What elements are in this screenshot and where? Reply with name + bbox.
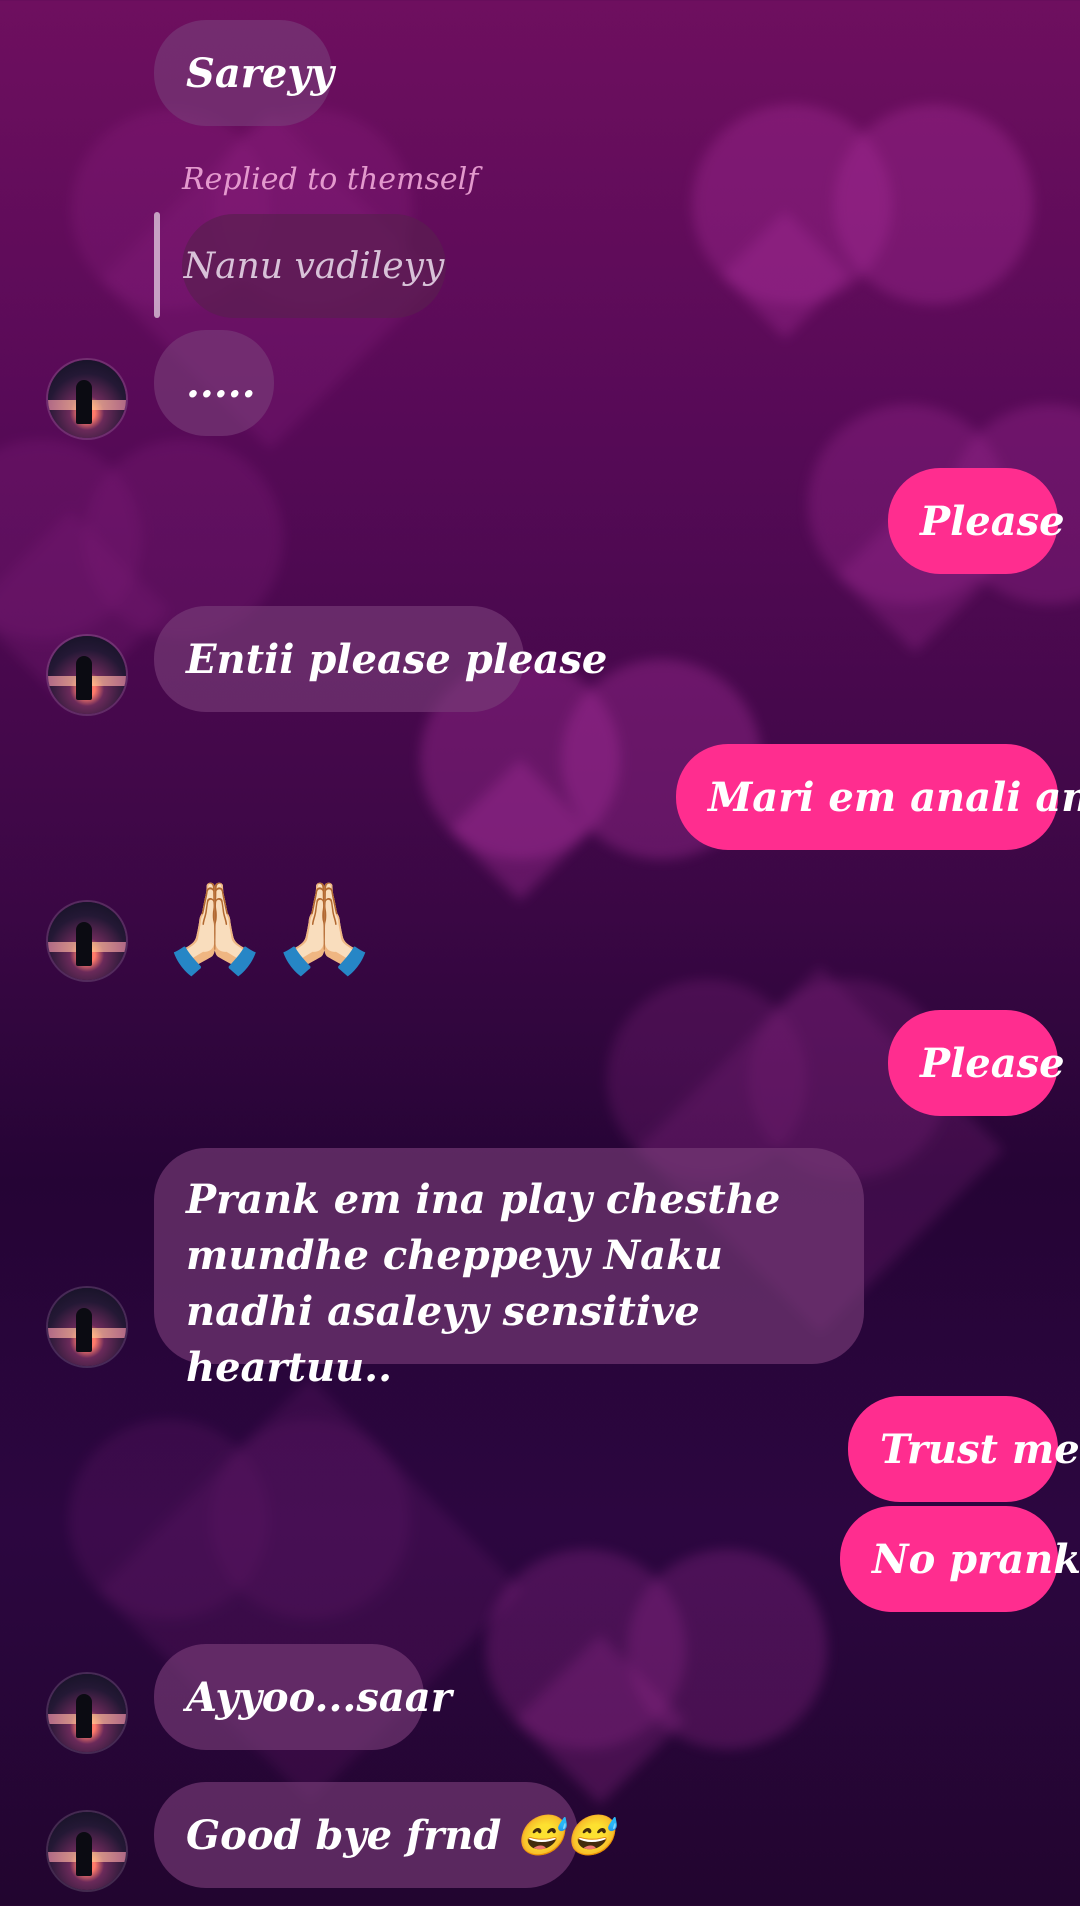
message-bubble[interactable]: Ayyoo...saar [154,1644,452,1750]
message-bubble[interactable]: Please [888,468,1065,574]
contact-avatar[interactable] [48,636,126,714]
message-bubble[interactable]: Entii please please [154,606,607,712]
chat-thread: Sareyy Replied to themself Nanu vadileyy… [0,0,1080,1906]
contact-avatar[interactable] [48,1674,126,1752]
reply-indicator-bar [154,212,160,318]
message-bubble[interactable]: Sareyy [154,20,334,126]
contact-avatar[interactable] [48,1288,126,1366]
quoted-message[interactable]: Nanu vadileyy [182,214,446,318]
message-bubble[interactable]: Trust me [848,1396,1080,1502]
message-bubble[interactable]: Good bye frnd 😅😅 [154,1782,615,1888]
contact-avatar[interactable] [48,902,126,980]
message-bubble[interactable]: No prank [840,1506,1080,1612]
contact-avatar[interactable] [48,360,126,438]
message-bubble[interactable]: Please [888,1010,1065,1116]
contact-avatar[interactable] [48,1812,126,1890]
message-bubble[interactable]: ..... [154,330,274,436]
emoji-message[interactable]: 🙏🏻🙏🏻 [160,884,379,972]
message-bubble[interactable]: Mari em anali andi [676,744,1080,850]
reply-label: Replied to themself [182,162,479,197]
message-bubble[interactable]: Prank em ina play chesthe mundhe cheppey… [154,1148,864,1391]
